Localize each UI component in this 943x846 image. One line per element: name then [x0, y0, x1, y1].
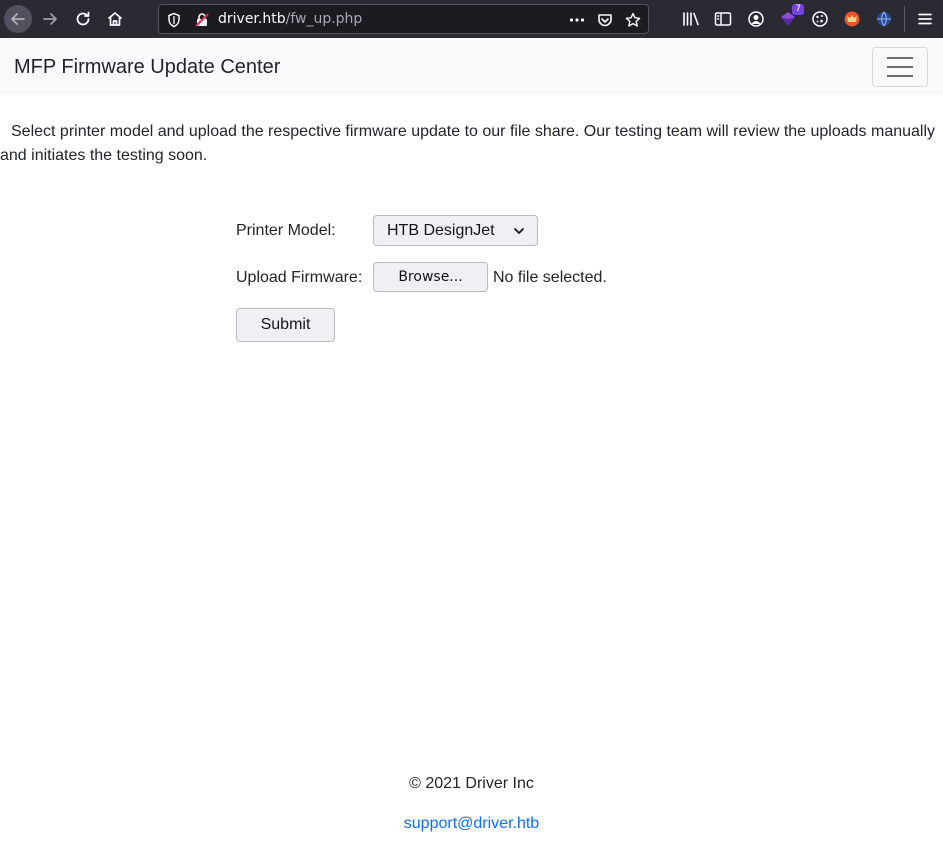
sidebar-icon[interactable] [713, 9, 733, 29]
intro-text: Select printer model and upload the resp… [0, 123, 936, 164]
hamburger-menu-icon[interactable] [915, 9, 935, 29]
pocket-icon[interactable] [596, 11, 614, 29]
site-navbar: MFP Firmware Update Center [0, 39, 943, 95]
home-icon[interactable] [101, 5, 129, 33]
bookmark-star-icon[interactable] [624, 11, 642, 29]
more-actions-icon[interactable] [568, 11, 586, 29]
url-host: driver.htb [218, 11, 286, 27]
back-arrow-icon[interactable] [4, 5, 32, 33]
insecure-lock-icon[interactable] [193, 11, 211, 29]
chevron-down-icon [513, 224, 525, 242]
library-icon[interactable] [681, 9, 701, 29]
url-bar[interactable]: driver.htb/fw_up.php [158, 4, 649, 34]
footer-copyright: © 2021 Driver Inc [409, 775, 534, 792]
extension-fox-icon[interactable] [842, 9, 862, 29]
url-path: /fw_up.php [285, 11, 363, 27]
toggler-bar-icon [887, 57, 913, 59]
url-text: driver.htb/fw_up.php [218, 11, 362, 27]
extension-badge: 7 [792, 4, 804, 15]
extension-globe-icon[interactable] [874, 9, 894, 29]
file-status-text: No file selected. [493, 269, 607, 286]
upload-firmware-label: Upload Firmware: [236, 269, 363, 286]
toggler-bar-icon [887, 66, 913, 68]
printer-model-select[interactable]: HTB DesignJet [373, 215, 538, 246]
extension-purple-icon[interactable]: 7 [778, 4, 804, 29]
toolbar-separator [904, 6, 905, 32]
navbar-toggler-button[interactable] [872, 47, 928, 87]
support-email-link[interactable]: support@driver.htb [0, 815, 943, 833]
reload-icon[interactable] [69, 5, 97, 33]
account-icon[interactable] [746, 9, 766, 29]
printer-model-value: HTB DesignJet [387, 221, 495, 239]
shield-icon[interactable] [165, 11, 183, 29]
forward-arrow-icon[interactable] [36, 5, 64, 33]
browser-toolbar: driver.htb/fw_up.php 7 [0, 0, 943, 38]
printer-model-label: Printer Model: [236, 222, 336, 239]
toggler-bar-icon [887, 75, 913, 77]
submit-button[interactable]: Submit [236, 308, 335, 342]
browse-button[interactable]: Browse... [373, 262, 488, 292]
cookie-icon[interactable] [810, 9, 830, 29]
navbar-brand[interactable]: MFP Firmware Update Center [14, 56, 280, 79]
